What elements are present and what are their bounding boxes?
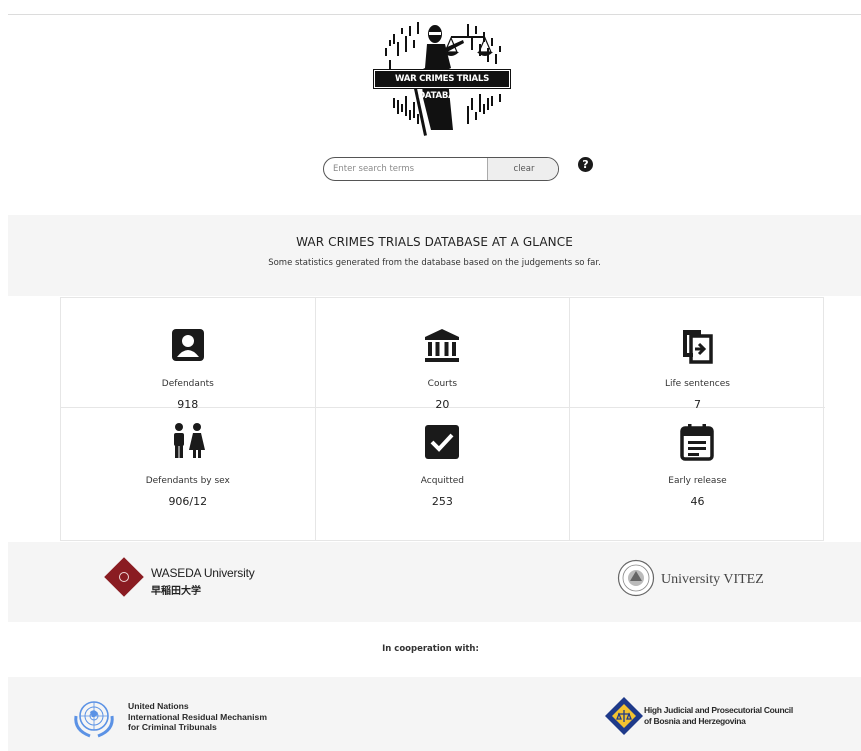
un-irmct-text: United Nations International Residual Me… [128, 701, 267, 733]
top-divider [8, 14, 861, 15]
question-circle-icon[interactable]: ? [578, 157, 593, 172]
stat-label: Defendants by sex [145, 476, 230, 486]
stat-value: 253 [431, 495, 453, 508]
waseda-japanese-name: 早稲田大学 [151, 586, 201, 597]
un-line-2: International Residual Mechanism [128, 711, 267, 722]
vitez-seal-icon [617, 559, 655, 597]
cooperation-label: In cooperation with: [382, 644, 479, 654]
search-input[interactable] [324, 158, 487, 180]
clear-button[interactable]: clear [487, 158, 558, 180]
checkbox-checked-icon [422, 422, 462, 462]
search-bar: clear [323, 157, 559, 181]
stat-label: Defendants [161, 379, 214, 389]
stat-value: 906/12 [168, 495, 208, 508]
courthouse-icon [422, 326, 462, 366]
stat-value: 46 [690, 495, 705, 508]
stats-grid: Defendants 918 Courts 20 Life sentences … [60, 297, 825, 541]
stat-card-defendants: Defendants 918 [61, 298, 316, 411]
un-emblem-icon [74, 701, 114, 738]
person-badge-icon [168, 326, 208, 366]
vitez-name: University VITEZ [661, 572, 764, 587]
waseda-seal-icon [119, 572, 129, 582]
stat-label: Life sentences [665, 379, 730, 389]
stat-card-defendants-by-sex: Defendants by sex 906/12 [61, 408, 316, 541]
stat-card-life-sentences: Life sentences 7 [570, 298, 825, 411]
glance-section: WAR CRIMES TRIALS DATABASE AT A GLANCE S… [8, 215, 861, 296]
calendar-icon [677, 422, 717, 462]
waseda-name: WASEDA University [151, 566, 255, 580]
male-female-icon [168, 422, 208, 462]
glance-subtitle: Some statistics generated from the datab… [268, 258, 601, 268]
hjpc-text: High Judicial and Prosecutorial Council … [644, 705, 793, 726]
stat-card-acquitted: Acquitted 253 [316, 408, 571, 541]
partners-section: WASEDA University 早稲田大学 University VITEZ [8, 542, 861, 622]
cooperation-section: United Nations International Residual Me… [8, 677, 861, 751]
logo-banner-text: WAR CRIMES TRIALS DATABASE [373, 69, 511, 101]
stat-card-early-release: Early release 46 [570, 408, 825, 541]
un-line-1: United Nations [128, 701, 189, 711]
site-logo[interactable]: WAR CRIMES TRIALS DATABASE [371, 18, 521, 140]
un-line-3: for Criminal Tribunals [128, 722, 217, 732]
hjpc-line-2: of Bosnia and Herzegovina [644, 715, 746, 726]
stat-label: Courts [427, 379, 458, 389]
stat-label: Acquitted [420, 476, 464, 486]
exit-arrow-icon [677, 326, 717, 366]
glance-title: WAR CRIMES TRIALS DATABASE AT A GLANCE [296, 235, 573, 249]
stat-card-courts: Courts 20 [315, 298, 571, 411]
hjpc-emblem-icon [605, 697, 643, 735]
hjpc-line-1: High Judicial and Prosecutorial Council [644, 705, 793, 715]
stat-label: Early release [668, 476, 727, 486]
